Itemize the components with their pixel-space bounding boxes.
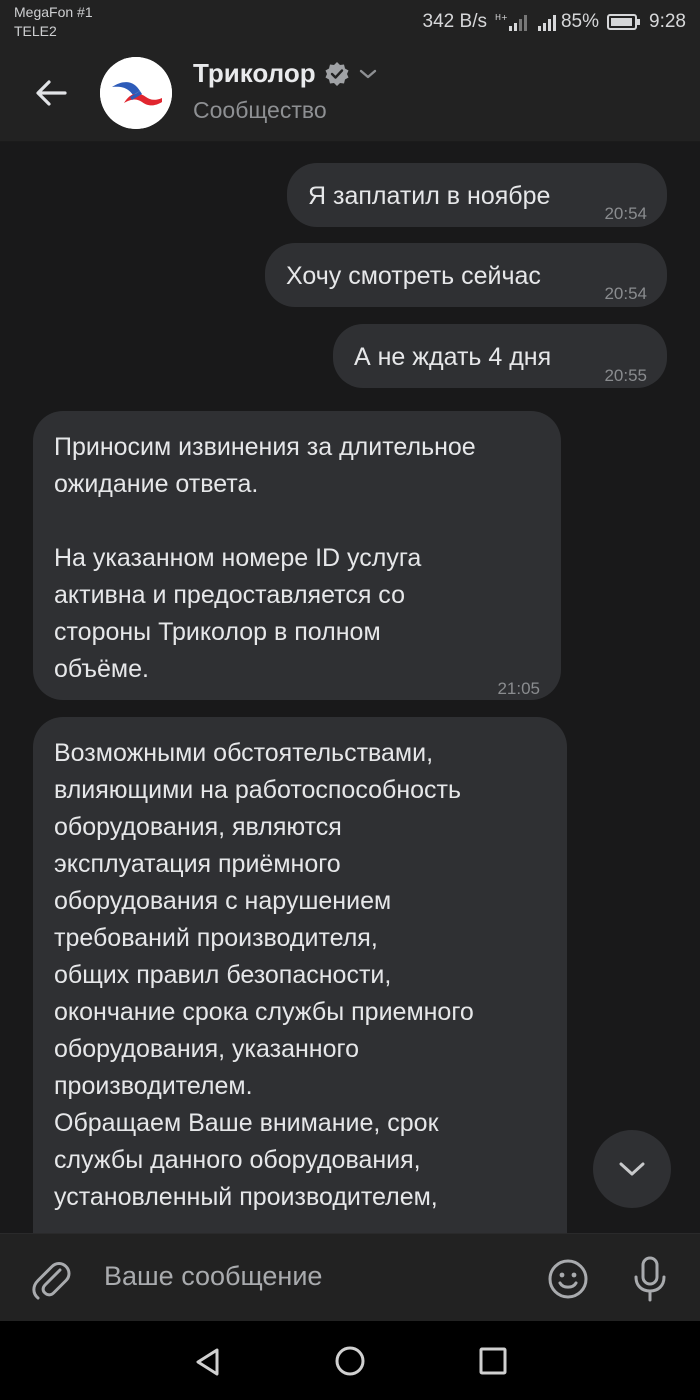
- message-input[interactable]: Ваше сообщение: [104, 1261, 322, 1292]
- attach-button[interactable]: [30, 1258, 72, 1300]
- nav-home-button[interactable]: [334, 1345, 366, 1382]
- system-navigation-bar: [0, 1321, 700, 1400]
- square-recents-icon: [479, 1347, 507, 1375]
- message-time: 20:54: [604, 284, 647, 303]
- back-button[interactable]: [28, 70, 74, 116]
- arrow-left-icon: [36, 80, 67, 106]
- page-subtitle: Сообщество: [193, 97, 327, 123]
- message-composer: Ваше сообщение: [0, 1233, 700, 1321]
- smile-icon: [548, 1259, 588, 1299]
- avatar[interactable]: [100, 57, 172, 129]
- scroll-to-bottom-button[interactable]: [593, 1130, 671, 1208]
- voice-message-button[interactable]: [630, 1256, 670, 1302]
- status-bar: MegaFon #1 TELE2 342 B/s H+ 85% 9:28: [0, 0, 700, 44]
- message-bubble-incoming[interactable]: Приносим извинения за длительное ожидани…: [33, 411, 561, 700]
- message-time: 20:54: [604, 204, 647, 223]
- triangle-back-icon: [196, 1348, 219, 1376]
- page-title: Триколор: [193, 58, 316, 88]
- message-text: Возможными обстоятельствами, влияющими н…: [54, 739, 474, 1211]
- carrier-name-2: TELE2: [14, 23, 57, 39]
- chevron-down-icon: [619, 1162, 645, 1176]
- signal-icon: H+: [495, 12, 529, 32]
- message-bubble-outgoing[interactable]: Хочу смотреть сейчас 20:54: [265, 243, 667, 307]
- message-list[interactable]: Я заплатил в ноябре 20:54 Хочу смотреть …: [0, 143, 700, 1233]
- battery-percent: 85%: [560, 11, 600, 32]
- network-speed: 342 B/s: [422, 11, 487, 32]
- chat-header: Триколор Сообщество: [0, 44, 700, 142]
- message-time: 20:55: [604, 366, 647, 385]
- title-row[interactable]: Триколор: [193, 58, 378, 89]
- circle-home-icon: [335, 1346, 365, 1376]
- message-bubble-incoming[interactable]: Возможными обстоятельствами, влияющими н…: [33, 717, 567, 1233]
- message-text: Приносим извинения за длительное ожидани…: [54, 433, 476, 683]
- status-indicators: 342 B/s H+ 85% 9:28: [423, 10, 686, 34]
- message-text: Хочу смотреть сейчас: [286, 262, 541, 290]
- message-text: А не ждать 4 дня: [354, 343, 552, 371]
- verified-badge-icon: [325, 61, 349, 86]
- message-bubble-outgoing[interactable]: Я заплатил в ноябре 20:54: [287, 163, 667, 227]
- svg-text:H+: H+: [495, 13, 508, 22]
- message-time: 21:05: [497, 679, 540, 698]
- chevron-down-icon: [359, 69, 376, 78]
- message-bubble-outgoing[interactable]: А не ждать 4 дня 20:55: [333, 324, 667, 388]
- nav-back-button[interactable]: [193, 1346, 223, 1383]
- message-text: Я заплатил в ноябре: [308, 182, 551, 210]
- signal-icon-2: [537, 12, 559, 32]
- nav-recents-button[interactable]: [479, 1347, 507, 1380]
- emoji-button[interactable]: [547, 1258, 589, 1300]
- paperclip-icon: [32, 1262, 71, 1300]
- tricolor-logo: [100, 57, 172, 129]
- carrier-name-1: MegaFon #1: [14, 4, 93, 20]
- microphone-icon: [634, 1256, 666, 1302]
- clock: 9:28: [649, 11, 686, 32]
- battery-icon: [607, 13, 641, 31]
